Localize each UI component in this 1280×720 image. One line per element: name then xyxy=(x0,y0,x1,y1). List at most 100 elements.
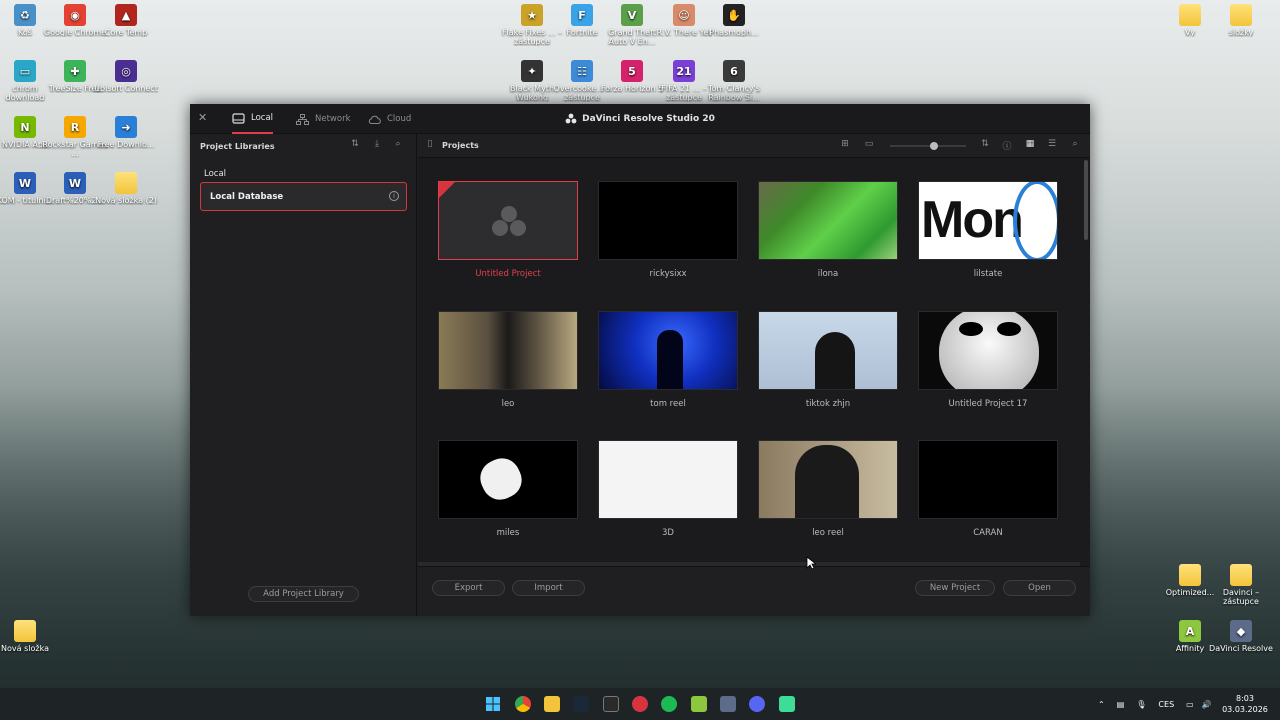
project-card[interactable]: Untitled Project 17 xyxy=(918,311,1058,409)
sort-icon[interactable]: ⇅ xyxy=(978,139,992,153)
display-icon[interactable]: ▭ xyxy=(1186,700,1194,709)
search-icon[interactable]: ⌕ xyxy=(391,139,405,153)
windows-start-icon[interactable] xyxy=(485,696,501,712)
project-name: miles xyxy=(496,528,520,538)
desktop-shortcut[interactable]: ➜ Free Downlo... xyxy=(93,116,159,149)
desktop-shortcut[interactable]: Nová složka (2) xyxy=(93,172,159,205)
desktop-shortcut[interactable]: ◎ Ubisoft Connect xyxy=(93,60,159,93)
project-thumbnail[interactable] xyxy=(918,440,1058,519)
project-thumbnail[interactable] xyxy=(438,311,578,390)
desktop-shortcut-label: složky xyxy=(1228,28,1254,37)
project-thumbnail[interactable] xyxy=(438,181,578,260)
sidebar-toggle-icon[interactable]: ▯ xyxy=(423,139,437,153)
desktop-shortcut-label: Nová složka (2) xyxy=(95,196,157,205)
desktop-shortcut[interactable]: ◆ DaVinci Resolve xyxy=(1208,620,1274,653)
project-card[interactable]: leo xyxy=(438,311,578,409)
affinity-icon[interactable] xyxy=(691,696,707,712)
spotify-icon[interactable] xyxy=(661,696,677,712)
taskbar: ⌃ ▤ 🎙 CES ▭ 🔊 8:03 03.03.2026 xyxy=(0,688,1280,720)
desktop-shortcut-label: Davinci – zástupce xyxy=(1222,588,1260,606)
project-thumbnail[interactable] xyxy=(918,311,1058,390)
new-project-button[interactable]: New Project xyxy=(915,580,995,596)
clock-time: 8:03 xyxy=(1236,694,1254,703)
title-bar: ✕ Local Network Cloud DaVinci Resolve St… xyxy=(190,104,1090,134)
project-thumbnail[interactable] xyxy=(758,181,898,260)
projects-footer: Export Import New Project Open xyxy=(418,566,1090,616)
import-library-icon[interactable]: ⤓ xyxy=(370,139,384,153)
chrome-icon[interactable] xyxy=(515,696,531,712)
project-thumbnail[interactable]: Mon xyxy=(918,181,1058,260)
open-button[interactable]: Open xyxy=(1003,580,1076,596)
desktop-shortcut[interactable]: 6 Tom Clancy's Rainbow Si... xyxy=(701,60,767,102)
project-card[interactable]: tiktok zhjn xyxy=(758,311,898,409)
clock[interactable]: 8:03 03.03.2026 xyxy=(1222,688,1268,720)
project-thumbnail[interactable] xyxy=(598,440,738,519)
grid-view-icon[interactable]: ▦ xyxy=(1023,139,1037,153)
project-card[interactable]: rickysixx xyxy=(598,181,738,279)
project-thumbnail[interactable] xyxy=(758,440,898,519)
export-button[interactable]: Export xyxy=(432,580,505,596)
project-name: rickysixx xyxy=(649,269,687,279)
project-name: tom reel xyxy=(650,399,686,409)
usb-icon[interactable]: ▤ xyxy=(1117,700,1125,709)
project-thumbnail[interactable] xyxy=(438,440,578,519)
local-database-label: Local Database xyxy=(210,192,284,202)
discord-icon[interactable] xyxy=(749,696,765,712)
game-icon: ☺ xyxy=(673,4,695,26)
ubisoft-icon: ◎ xyxy=(115,60,137,82)
add-project-library-button[interactable]: Add Project Library xyxy=(248,586,359,602)
project-card[interactable]: ilona xyxy=(758,181,898,279)
import-button[interactable]: Import xyxy=(512,580,585,596)
app-icon[interactable] xyxy=(779,696,795,712)
project-thumbnail[interactable] xyxy=(598,311,738,390)
vertical-scrollbar[interactable] xyxy=(1084,160,1088,240)
sort-icon[interactable]: ⇅ xyxy=(348,139,362,153)
chevron-up-icon[interactable]: ⌃ xyxy=(1098,700,1105,709)
project-card[interactable]: CARAN xyxy=(918,440,1058,538)
fortnite-icon: F xyxy=(571,4,593,26)
rockstar-launcher-icon[interactable] xyxy=(632,696,648,712)
project-card[interactable]: Mon lilstate xyxy=(918,181,1058,279)
project-thumbnail[interactable] xyxy=(598,181,738,260)
volume-icon[interactable]: 🔊 xyxy=(1202,700,1212,709)
list-view-icon[interactable]: ☰ xyxy=(1045,139,1059,153)
language-indicator[interactable]: CES xyxy=(1158,700,1174,709)
desktop-shortcut[interactable]: ▲ Core Temp xyxy=(93,4,159,37)
project-thumbnail[interactable] xyxy=(758,311,898,390)
desktop-shortcut-label: Free Downlo... xyxy=(97,140,155,149)
project-card[interactable]: leo reel xyxy=(758,440,898,538)
overcooked-icon: ☷ xyxy=(571,60,593,82)
project-name: 3D xyxy=(662,528,674,538)
desktop-shortcut[interactable]: Davinci – zástupce xyxy=(1208,564,1274,606)
tray-icons: ⌃ ▤ 🎙 CES ▭ 🔊 xyxy=(1098,688,1220,720)
core-temp-icon: ▲ xyxy=(115,4,137,26)
microphone-icon[interactable]: 🎙 xyxy=(1136,700,1146,709)
davinci-resolve-icon[interactable] xyxy=(720,696,736,712)
slider-handle[interactable] xyxy=(930,142,938,150)
file-explorer-icon[interactable] xyxy=(544,696,560,712)
desktop-shortcut[interactable]: složky xyxy=(1208,4,1274,37)
epic-games-icon[interactable] xyxy=(603,696,619,712)
media-icon[interactable]: ▭ xyxy=(862,139,876,153)
local-database-item[interactable]: Local Database i xyxy=(200,182,407,211)
game-icon: ★ xyxy=(521,4,543,26)
gta-icon: V xyxy=(621,4,643,26)
desktop-shortcut-label: Nová složka xyxy=(1,644,49,653)
project-name: leo xyxy=(501,399,515,409)
local-section-label: Local xyxy=(204,169,227,179)
steam-icon[interactable] xyxy=(573,696,589,712)
free-download-icon: ➜ xyxy=(115,116,137,138)
davinci-icon: ◆ xyxy=(1230,620,1252,642)
project-card[interactable]: tom reel xyxy=(598,311,738,409)
projects-header: ▯ Projects ⊞ ▭ ⇅ ⓘ ▦ ☰ ⌕ xyxy=(418,134,1090,158)
desktop-shortcut[interactable]: ✋ Phasmoph... xyxy=(701,4,767,37)
search-icon[interactable]: ⌕ xyxy=(1068,139,1082,153)
new-folder-icon[interactable]: ⊞ xyxy=(838,139,852,153)
info-icon[interactable]: ⓘ xyxy=(1000,139,1014,153)
project-card[interactable]: miles xyxy=(438,440,578,538)
desktop-shortcut[interactable]: Nová složka xyxy=(0,620,58,653)
project-card[interactable]: 3D xyxy=(598,440,738,538)
project-card[interactable]: Untitled Project xyxy=(438,181,578,279)
thumbnail-size-slider[interactable] xyxy=(890,145,966,147)
info-icon[interactable]: i xyxy=(389,191,399,201)
